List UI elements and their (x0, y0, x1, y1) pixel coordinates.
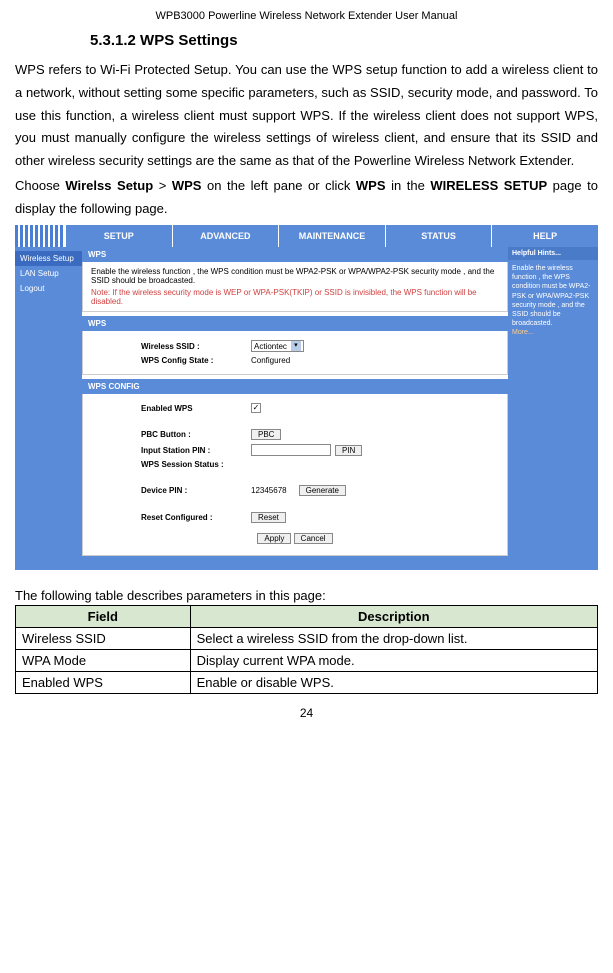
cell-field: WPA Mode (16, 650, 191, 672)
wps-config-header: WPS CONFIG (82, 379, 508, 394)
help-text: Enable the wireless function , the WPS c… (512, 265, 590, 327)
doc-title: WPB3000 Powerline Wireless Network Exten… (15, 10, 598, 22)
reset-button[interactable]: Reset (251, 512, 286, 523)
cancel-button[interactable]: Cancel (294, 533, 333, 544)
pin-button[interactable]: PIN (335, 445, 362, 456)
wps-info-desc: Enable the wireless function , the WPS c… (91, 267, 499, 285)
wps-panel-body: Wireless SSID : Actiontec ▾ WPS Config S… (82, 331, 508, 375)
bold-wps-2: WPS (356, 178, 386, 193)
cell-desc: Select a wireless SSID from the drop-dow… (190, 628, 597, 650)
nav-maintenance[interactable]: MAINTENANCE (278, 225, 385, 247)
config-state-value: Configured (251, 356, 290, 365)
ssid-value: Actiontec (254, 342, 287, 351)
ssid-label: Wireless SSID : (141, 342, 251, 351)
top-navigation: SETUP ADVANCED MAINTENANCE STATUS HELP (15, 225, 598, 247)
config-state-label: WPS Config State : (141, 356, 251, 365)
router-screenshot: SETUP ADVANCED MAINTENANCE STATUS HELP W… (15, 225, 598, 570)
text-fragment: on the left pane or click (201, 178, 355, 193)
nav-setup[interactable]: SETUP (65, 225, 172, 247)
wps-info-body: Enable the wireless function , the WPS c… (82, 262, 508, 312)
generate-button[interactable]: Generate (299, 485, 346, 496)
station-pin-input[interactable] (251, 444, 331, 456)
nav-help[interactable]: HELP (491, 225, 598, 247)
pbc-button[interactable]: PBC (251, 429, 281, 440)
wps-info-header: WPS (82, 247, 508, 262)
ssid-select[interactable]: Actiontec ▾ (251, 340, 304, 352)
table-intro: The following table describes parameters… (15, 588, 598, 603)
main-area: Wireless Setup LAN Setup Logout WPS Enab… (15, 247, 598, 556)
table-row: Wireless SSID Select a wireless SSID fro… (16, 628, 598, 650)
parameters-table: Field Description Wireless SSID Select a… (15, 605, 598, 694)
text-fragment: Choose (15, 178, 65, 193)
pbc-label: PBC Button : (141, 430, 251, 439)
wps-config-body: Enabled WPS ✓ PBC Button : PBC Input Sta… (82, 394, 508, 556)
sidebar: Wireless Setup LAN Setup Logout (15, 247, 82, 556)
wps-info-note: Note: If the wireless security mode is W… (91, 288, 499, 306)
help-body: Enable the wireless function , the WPS c… (508, 260, 598, 341)
paragraph-1: WPS refers to Wi-Fi Protected Setup. You… (15, 59, 598, 173)
bold-wireless-setup-2: WIRELESS SETUP (430, 178, 547, 193)
help-header: Helpful Hints... (508, 247, 598, 260)
bold-wireless-setup: Wirelss Setup (65, 178, 153, 193)
device-pin-value: 12345678 (251, 486, 287, 495)
sidebar-item-wireless-setup[interactable]: Wireless Setup (15, 251, 82, 266)
cell-field: Enabled WPS (16, 672, 191, 694)
section-heading: 5.3.1.2 WPS Settings (90, 32, 598, 49)
sidebar-item-lan-setup[interactable]: LAN Setup (15, 266, 82, 281)
page-number: 24 (15, 706, 598, 720)
help-panel: Helpful Hints... Enable the wireless fun… (508, 247, 598, 556)
sidebar-item-logout[interactable]: Logout (15, 281, 82, 296)
table-row: WPA Mode Display current WPA mode. (16, 650, 598, 672)
content-area: WPS Enable the wireless function , the W… (82, 247, 508, 556)
session-status-label: WPS Session Status : (141, 460, 251, 469)
bold-wps: WPS (172, 178, 202, 193)
nav-status[interactable]: STATUS (385, 225, 492, 247)
device-pin-label: Device PIN : (141, 486, 251, 495)
enabled-wps-checkbox[interactable]: ✓ (251, 403, 261, 413)
cell-field: Wireless SSID (16, 628, 191, 650)
enabled-wps-label: Enabled WPS (141, 404, 251, 413)
paragraph-2: Choose Wirelss Setup > WPS on the left p… (15, 175, 598, 221)
station-pin-label: Input Station PIN : (141, 446, 251, 455)
reset-label: Reset Configured : (141, 513, 251, 522)
cell-desc: Enable or disable WPS. (190, 672, 597, 694)
text-fragment: in the (386, 178, 431, 193)
help-more-link[interactable]: More... (512, 328, 594, 337)
wps-panel-header: WPS (82, 316, 508, 331)
nav-advanced[interactable]: ADVANCED (172, 225, 279, 247)
text-fragment: > (153, 178, 172, 193)
bottom-bar (15, 556, 598, 570)
nav-stripe-decoration (15, 225, 65, 247)
table-header-field: Field (16, 606, 191, 628)
chevron-down-icon: ▾ (291, 341, 301, 351)
table-row: Enabled WPS Enable or disable WPS. (16, 672, 598, 694)
cell-desc: Display current WPA mode. (190, 650, 597, 672)
table-header-description: Description (190, 606, 597, 628)
apply-button[interactable]: Apply (257, 533, 291, 544)
